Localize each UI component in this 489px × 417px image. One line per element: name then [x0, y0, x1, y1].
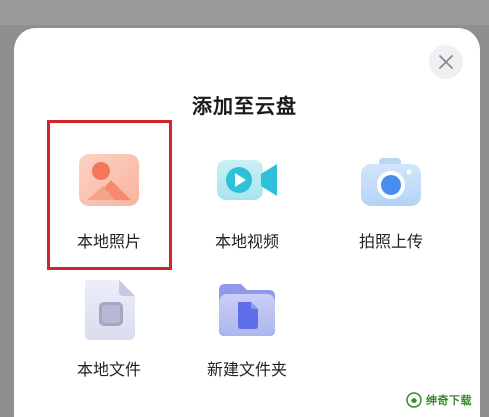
- option-new-folder[interactable]: 新建文件夹: [184, 258, 310, 379]
- option-take-photo-upload[interactable]: 拍照上传: [328, 130, 454, 251]
- close-icon: [439, 55, 453, 69]
- watermark: 绅奇下载: [406, 388, 486, 412]
- option-local-files[interactable]: 本地文件: [46, 258, 172, 379]
- photo-icon: [77, 150, 141, 214]
- option-label: 本地照片: [76, 232, 141, 251]
- option-label: 本地文件: [76, 360, 141, 379]
- dialog-title: 添加至云盘: [192, 94, 297, 118]
- file-icon: [77, 278, 141, 342]
- option-local-photos[interactable]: 本地照片: [46, 130, 172, 251]
- watermark-logo-icon: [406, 392, 422, 408]
- video-icon: [215, 150, 279, 214]
- watermark-text: 绅奇下载: [426, 394, 472, 407]
- option-label: 新建文件夹: [206, 360, 287, 379]
- option-label: 拍照上传: [358, 232, 423, 251]
- camera-icon: [359, 150, 423, 214]
- option-label: 本地视频: [214, 232, 279, 251]
- close-button[interactable]: [429, 45, 463, 79]
- option-local-videos[interactable]: 本地视频: [184, 130, 310, 251]
- backdrop: [0, 0, 489, 25]
- folder-icon: [215, 278, 279, 342]
